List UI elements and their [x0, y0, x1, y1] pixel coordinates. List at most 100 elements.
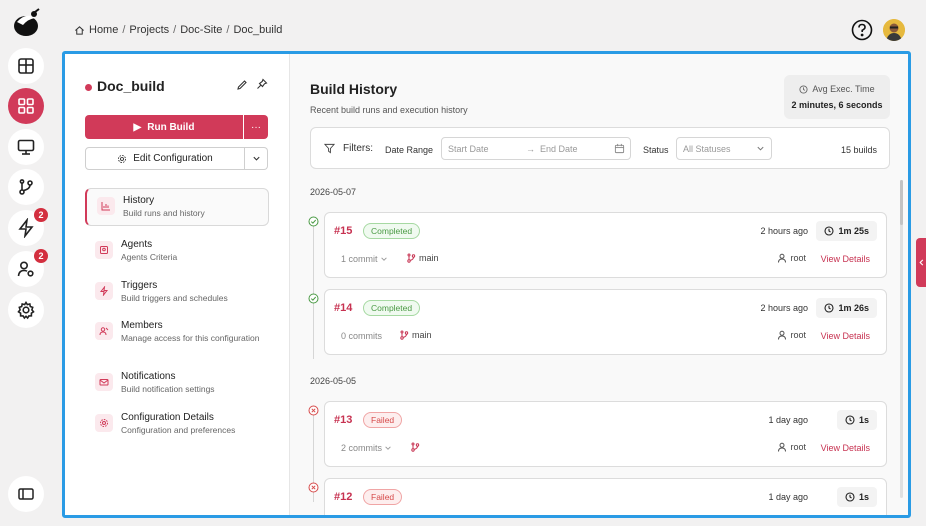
build-number[interactable]: #12: [334, 491, 352, 503]
commits-label: 2 commits: [341, 443, 383, 453]
chevron-down-icon: [757, 146, 764, 151]
avg-exec-label: Avg Exec. Time: [812, 84, 875, 94]
git-branch-icon: [400, 330, 409, 340]
clock-icon: [845, 415, 855, 425]
edit-configuration-dropdown[interactable]: [245, 147, 268, 170]
build-time: 1 day ago: [768, 492, 808, 502]
lightning-icon: [18, 218, 34, 238]
status-select-value: All Statuses: [683, 144, 731, 154]
build-card[interactable]: #13 Failed 1 day ago 1s 2 commits root V…: [324, 401, 887, 467]
rail-builds-button[interactable]: 2: [8, 208, 48, 246]
app-rail: 2 2: [0, 0, 52, 526]
app-logo-icon[interactable]: [11, 8, 41, 38]
duration-value: 1s: [858, 492, 869, 502]
start-date-field[interactable]: Start Date: [448, 144, 489, 154]
breadcrumb-doc-site[interactable]: Doc-Site: [180, 24, 222, 36]
rail-projects-button[interactable]: [8, 88, 44, 124]
branch-info: main: [399, 330, 432, 340]
rail-users-button[interactable]: 2: [8, 249, 48, 287]
nav-item-members[interactable]: Members Manage access for this configurat…: [85, 314, 269, 358]
breadcrumb-separator: /: [226, 24, 230, 36]
side-panel-toggle[interactable]: [916, 238, 926, 287]
breadcrumb-current: Doc_build: [233, 24, 283, 36]
commits-label: 0 commits: [341, 331, 383, 341]
nav-subtitle: Build notification settings: [121, 384, 215, 394]
gear-icon: [95, 414, 113, 432]
nav-title: Members: [121, 320, 163, 331]
scrollbar-thumb[interactable]: [900, 180, 903, 225]
build-number[interactable]: #15: [334, 225, 352, 237]
rail-dashboard-button[interactable]: [8, 48, 44, 84]
failure-x-icon: [308, 482, 319, 493]
build-time: 2 hours ago: [760, 303, 808, 313]
date-range-picker[interactable]: Start Date → End Date: [441, 137, 631, 160]
clock-icon: [799, 84, 808, 94]
build-duration: 1s: [836, 410, 877, 430]
view-details-link[interactable]: View Details: [821, 331, 870, 341]
view-details-link[interactable]: View Details: [821, 254, 870, 264]
chevron-down-icon: [380, 257, 387, 261]
edit-configuration-button[interactable]: Edit Configuration: [85, 147, 245, 170]
gear-icon: [118, 154, 127, 163]
build-time: 1 day ago: [768, 415, 808, 425]
breadcrumb-home[interactable]: Home: [89, 24, 118, 36]
nav-subtitle: Build triggers and schedules: [121, 293, 228, 303]
date-group-header: 2026-05-05: [310, 376, 357, 386]
nav-title: Triggers: [121, 280, 158, 291]
breadcrumb-projects[interactable]: Projects: [129, 24, 169, 36]
config-sidebar: Doc_build ▶ Run Build ··· Edit Configura…: [65, 54, 290, 515]
view-details-link[interactable]: View Details: [821, 443, 870, 453]
breadcrumb-separator: /: [173, 24, 177, 36]
avg-exec-time-card: Avg Exec. Time 2 minutes, 6 seconds: [784, 75, 890, 119]
project-status-dot: [85, 84, 92, 91]
build-history-panel: Build History Recent build runs and exec…: [291, 54, 908, 515]
edit-configuration-label: Edit Configuration: [133, 153, 213, 164]
pin-icon[interactable]: [256, 78, 268, 90]
avatar[interactable]: [883, 19, 905, 41]
nav-title: Configuration Details: [121, 412, 214, 423]
build-number[interactable]: #13: [334, 414, 352, 426]
pencil-icon[interactable]: [236, 79, 248, 91]
calendar-icon[interactable]: [614, 143, 625, 154]
nav-item-history[interactable]: History Build runs and history: [85, 188, 269, 226]
status-select[interactable]: All Statuses: [676, 137, 772, 160]
help-icon[interactable]: [851, 19, 873, 41]
users-badge: 2: [34, 249, 48, 263]
rail-settings-button[interactable]: [8, 292, 44, 328]
run-build-button[interactable]: ▶ Run Build: [85, 115, 243, 139]
end-date-field[interactable]: End Date: [540, 144, 578, 154]
nav-item-configuration-details[interactable]: Configuration Details Configuration and p…: [85, 406, 269, 444]
build-number[interactable]: #14: [334, 302, 352, 314]
run-more-button[interactable]: ···: [244, 115, 268, 139]
rail-collapse-button[interactable]: [8, 476, 44, 512]
main-frame: Doc_build ▶ Run Build ··· Edit Configura…: [62, 51, 911, 518]
commits-toggle[interactable]: 2 commits: [341, 443, 392, 453]
build-user: root: [777, 253, 806, 263]
commits-toggle[interactable]: 1 commit: [341, 254, 388, 264]
play-icon: ▶: [133, 121, 142, 133]
git-branch-icon: [19, 179, 33, 195]
build-duration: 1m 25s: [816, 221, 877, 241]
layout-icon: [18, 58, 34, 74]
build-card[interactable]: #14 Completed 2 hours ago 1m 26s 0 commi…: [324, 289, 887, 355]
home-icon[interactable]: [74, 25, 85, 36]
rail-git-button[interactable]: [8, 169, 44, 205]
run-build-label: Run Build: [147, 121, 195, 133]
nav-item-agents[interactable]: Agents Agents Criteria: [85, 233, 269, 271]
clock-icon: [845, 492, 855, 502]
rail-monitor-button[interactable]: [8, 129, 44, 165]
sidebar-toggle-icon: [18, 488, 34, 500]
build-card[interactable]: #12 Failed 1 day ago 1s: [324, 478, 887, 515]
git-branch-icon: [411, 442, 420, 452]
nav-item-triggers[interactable]: Triggers Build triggers and schedules: [85, 274, 269, 312]
build-card[interactable]: #15 Completed 2 hours ago 1m 25s 1 commi…: [324, 212, 887, 278]
nav-item-notifications[interactable]: Notifications Build notification settings: [85, 365, 269, 403]
status-filter-label: Status: [643, 145, 669, 155]
arrow-right-icon: →: [526, 144, 535, 154]
date-group-header: 2026-05-07: [310, 187, 357, 197]
branch-name: main: [412, 330, 432, 340]
avg-exec-value: 2 minutes, 6 seconds: [791, 100, 883, 110]
user-name: root: [790, 330, 806, 340]
scrollbar-track[interactable]: [900, 180, 903, 498]
build-duration: 1m 26s: [816, 298, 877, 318]
